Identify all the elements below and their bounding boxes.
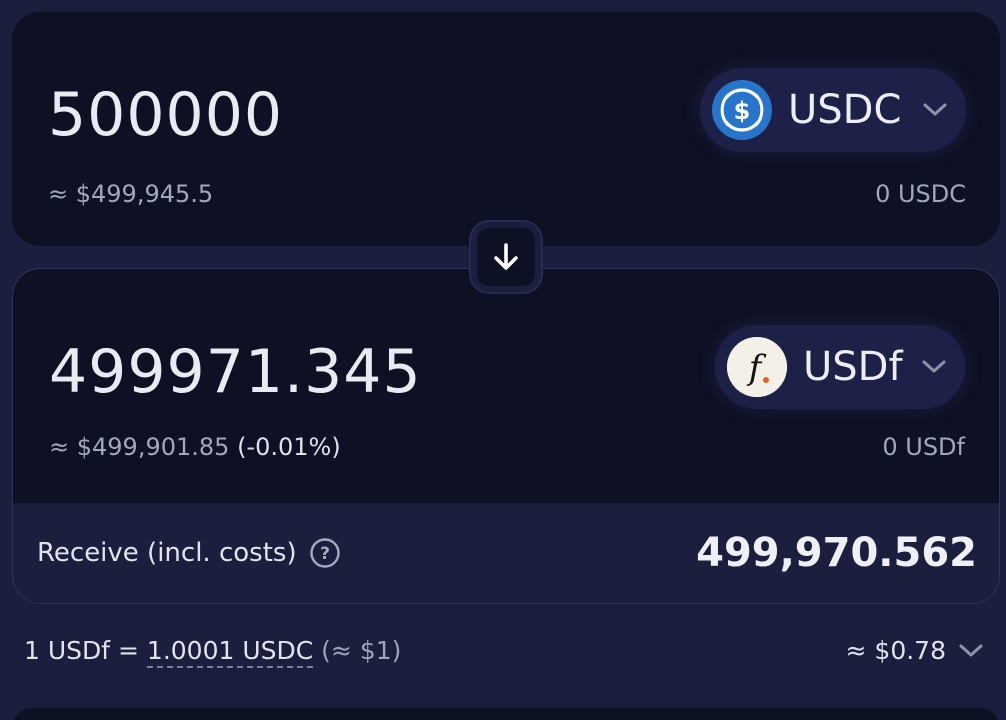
to-amount-output: 499971.345 [49, 337, 422, 407]
rate-prefix: 1 USDf = [24, 636, 147, 665]
to-token-selector[interactable]: f USDf [715, 325, 965, 409]
gas-cost-toggle[interactable]: ≈ $0.78 [846, 636, 984, 665]
question-circle-icon[interactable]: ? [309, 537, 341, 569]
arrow-down-icon [494, 243, 518, 270]
from-panel: 500000 $ USDC ≈ $499,945.5 0 USDC [12, 12, 1000, 246]
chevron-down-icon [923, 103, 947, 116]
from-token-selector[interactable]: $ USDC [700, 68, 966, 152]
switch-direction-button[interactable] [471, 222, 541, 292]
from-amount-input[interactable]: 500000 [48, 80, 283, 150]
rate-usd: (≈ $1) [313, 636, 402, 665]
to-panel: 499971.345 f USDf ≈ $499,901.85 (-0.01%)… [12, 268, 1000, 604]
to-token-name: USDf [803, 344, 903, 390]
receive-value: 499,970.562 [696, 530, 977, 576]
to-balance: 0 USDf [882, 433, 965, 461]
to-usd-amount: ≈ $499,901.85 [49, 433, 230, 461]
svg-text:?: ? [320, 544, 330, 564]
svg-text:$: $ [734, 97, 751, 125]
usdc-logo-icon: $ [712, 80, 772, 140]
from-usd-value: ≈ $499,945.5 [48, 180, 214, 208]
chevron-down-icon [959, 644, 983, 656]
from-balance: 0 USDC [875, 180, 966, 208]
gas-cost: ≈ $0.78 [845, 636, 946, 665]
next-panel [12, 708, 1000, 720]
receive-label-group: Receive (incl. costs) ? [37, 537, 341, 569]
from-token-name: USDC [788, 87, 902, 133]
receive-label: Receive (incl. costs) [37, 538, 297, 568]
usdf-logo-icon: f [727, 337, 787, 397]
exchange-rate: 1 USDf = 1.0001 USDC (≈ $1) [24, 636, 402, 668]
rate-row[interactable]: 1 USDf = 1.0001 USDC (≈ $1) ≈ $0.78 [24, 636, 984, 668]
price-impact: (-0.01%) [237, 433, 341, 461]
to-usd-value: ≈ $499,901.85 (-0.01%) [49, 433, 341, 461]
rate-amount[interactable]: 1.0001 USDC [146, 636, 314, 668]
chevron-down-icon [922, 360, 946, 373]
receive-row: Receive (incl. costs) ? 499,970.562 [13, 503, 999, 603]
